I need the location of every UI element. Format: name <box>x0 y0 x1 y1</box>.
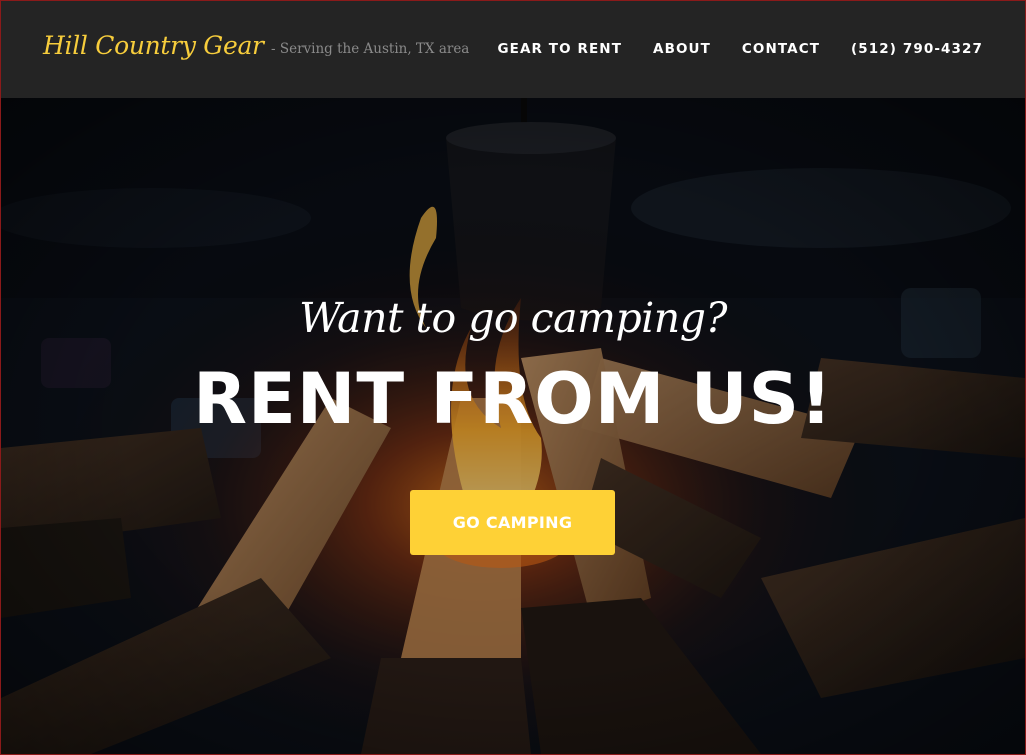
hero-section: Want to go camping? RENT FROM US! GO CAM… <box>1 98 1025 754</box>
brand-tagline: - Serving the Austin, TX area <box>271 41 470 57</box>
nav-link-about[interactable]: ABOUT <box>653 41 711 57</box>
navbar: Hill Country Gear - Serving the Austin, … <box>1 1 1025 98</box>
nav-link-gear-to-rent[interactable]: GEAR TO RENT <box>497 41 622 57</box>
nav-link-phone[interactable]: (512) 790-4327 <box>851 41 983 57</box>
page-frame: Hill Country Gear - Serving the Austin, … <box>0 0 1026 755</box>
hero-content: Want to go camping? RENT FROM US! GO CAM… <box>1 98 1025 754</box>
nav-links: GEAR TO RENT ABOUT CONTACT (512) 790-432… <box>497 41 983 57</box>
nav-link-contact[interactable]: CONTACT <box>742 41 820 57</box>
hero-heading: RENT FROM US! <box>193 358 833 440</box>
go-camping-button[interactable]: GO CAMPING <box>410 490 615 555</box>
brand-logo[interactable]: Hill Country Gear <box>43 31 264 60</box>
hero-subheading: Want to go camping? <box>299 294 727 342</box>
